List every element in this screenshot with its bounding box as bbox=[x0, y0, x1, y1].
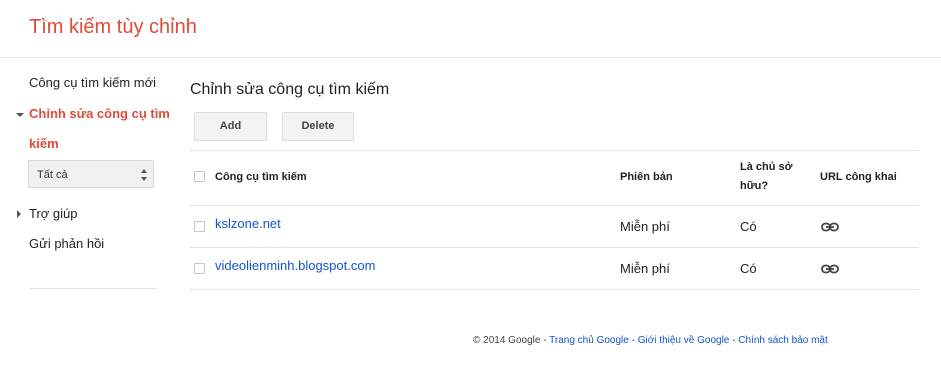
engine-filter-value: Tất cả bbox=[37, 169, 68, 181]
edition-cell: Miễn phí bbox=[620, 261, 670, 276]
table-row-divider bbox=[189, 247, 919, 248]
app-title[interactable]: Tìm kiếm tùy chỉnh bbox=[29, 16, 197, 39]
table-top-divider bbox=[189, 150, 919, 151]
owner-cell: Có bbox=[740, 219, 757, 234]
sidebar-item-new-engine[interactable]: Công cụ tìm kiếm mới bbox=[29, 75, 156, 90]
sidebar-item-help[interactable]: Trợ giúp bbox=[29, 206, 78, 221]
triangle-down-icon bbox=[16, 113, 24, 117]
column-header-public-url[interactable]: URL công khai bbox=[820, 171, 897, 183]
row-checkbox[interactable] bbox=[194, 263, 205, 274]
footer-separator: - bbox=[732, 335, 736, 346]
delete-button[interactable]: Delete bbox=[282, 112, 354, 141]
footer: © 2014 Google - Trang chủ Google - Giới … bbox=[473, 335, 828, 346]
footer-link-home[interactable]: Trang chủ Google bbox=[549, 335, 629, 346]
add-button[interactable]: Add bbox=[194, 112, 267, 141]
engine-name-link[interactable]: videolienminh.blogspot.com bbox=[215, 258, 375, 273]
link-icon[interactable] bbox=[821, 222, 839, 232]
footer-copyright: © 2014 Google bbox=[473, 335, 541, 346]
column-header-owner-line2[interactable]: hữu? bbox=[740, 180, 768, 192]
column-header-edition[interactable]: Phiên bản bbox=[620, 171, 673, 183]
header-bar: Tìm kiếm tùy chỉnh bbox=[0, 0, 941, 58]
select-arrows-icon bbox=[141, 169, 147, 181]
footer-separator: - bbox=[543, 335, 547, 346]
table-row-divider bbox=[189, 205, 919, 206]
owner-cell: Có bbox=[740, 261, 757, 276]
sidebar-item-edit-engine[interactable]: Chỉnh sửa công cụ tìm kiếm bbox=[29, 99, 179, 159]
sidebar-divider bbox=[29, 288, 157, 289]
footer-link-privacy[interactable]: Chính sách bảo mật bbox=[738, 335, 828, 346]
link-icon[interactable] bbox=[821, 264, 839, 274]
row-checkbox[interactable] bbox=[194, 221, 205, 232]
column-header-engine[interactable]: Công cụ tìm kiếm bbox=[215, 171, 307, 183]
page-title: Chỉnh sửa công cụ tìm kiếm bbox=[190, 81, 390, 98]
edition-cell: Miễn phí bbox=[620, 219, 670, 234]
sidebar-item-feedback[interactable]: Gửi phản hồi bbox=[29, 236, 104, 251]
engine-name-link[interactable]: kslzone.net bbox=[215, 216, 281, 231]
table-bottom-divider bbox=[189, 289, 919, 290]
column-header-owner-line1[interactable]: Là chủ sở bbox=[740, 161, 792, 173]
engine-filter-select[interactable]: Tất cả bbox=[28, 160, 154, 188]
footer-link-about[interactable]: Giới thiệu về Google bbox=[638, 335, 730, 346]
footer-separator: - bbox=[631, 335, 635, 346]
triangle-right-icon bbox=[17, 210, 21, 218]
select-all-checkbox[interactable] bbox=[194, 171, 205, 182]
